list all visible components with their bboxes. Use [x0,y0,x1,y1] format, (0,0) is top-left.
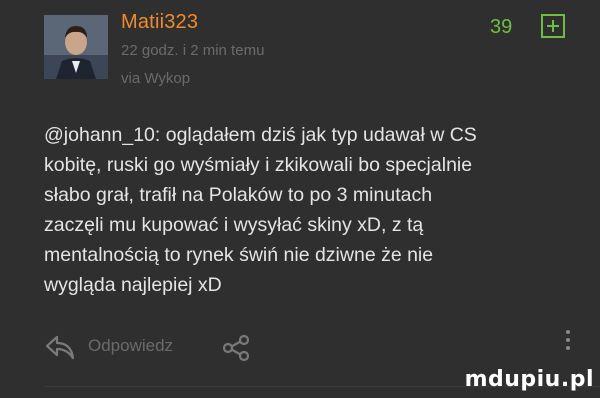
watermark: mdupiu.pl [464,367,594,392]
comment-body-line: mentalnością to rynek świń nie dziwne że… [44,244,434,266]
comment-body: @johann_10: oglądałem dziś jak typ udawa… [44,120,574,300]
comment-timestamp: 22 godz. i 2 min temu [121,42,265,59]
comment-body-line: wygląda najlepiej xD [44,274,222,296]
comment-screen: Matii323 22 godz. i 2 min temu via Wykop… [0,0,600,398]
vote-count: 39 [490,16,513,38]
reply-button[interactable]: Odpowiedz [88,336,173,356]
comment-body-line: @johann_10: oglądałem dziś jak typ udawa… [44,124,477,146]
comment-body-line: kobitę, ruski go wyśmiały i zkikowali bo… [44,154,473,176]
plus-box-icon[interactable] [541,14,565,38]
avatar[interactable] [44,15,108,79]
avatar-image [44,15,108,79]
comment-body-line: zaczęli mu kupować i wysyłać skiny xD, z… [44,214,424,236]
reply-icon[interactable] [44,333,76,361]
comment-source: via Wykop [121,70,191,87]
more-vertical-icon[interactable] [562,327,574,357]
author-name[interactable]: Matii323 [121,11,198,34]
share-icon[interactable] [221,333,251,363]
comment-body-line: słabo grał, trafił na Polaków to po 3 mi… [44,184,433,206]
